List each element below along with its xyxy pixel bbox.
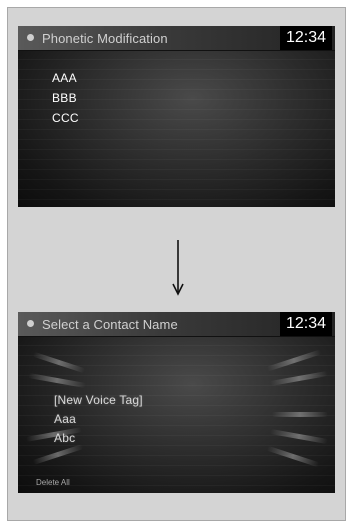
title-bullet-icon xyxy=(27,34,34,41)
list-item[interactable]: Aaa xyxy=(54,410,143,429)
list-item[interactable]: CCC xyxy=(52,108,79,128)
screen-title: Select a Contact Name xyxy=(42,317,178,332)
clock: 12:34 xyxy=(280,26,332,50)
decorative-streak xyxy=(272,412,328,417)
title-bar: Select a Contact Name 12:34 xyxy=(18,312,335,337)
contact-name-list: [New Voice Tag] Aaa Abc xyxy=(54,391,143,448)
clock: 12:34 xyxy=(280,312,332,336)
list-item-new-voice-tag[interactable]: [New Voice Tag] xyxy=(54,391,143,410)
delete-all-button[interactable]: Delete All xyxy=(36,478,70,487)
title-bullet-icon xyxy=(27,320,34,327)
phonetic-list: AAA BBB CCC xyxy=(52,68,79,128)
phonetic-modification-screen: Phonetic Modification 12:34 AAA BBB CCC xyxy=(18,26,335,207)
list-item[interactable]: AAA xyxy=(52,68,79,88)
title-bar: Phonetic Modification 12:34 xyxy=(18,26,335,51)
select-contact-name-screen: Select a Contact Name 12:34 [New Voice T… xyxy=(18,312,335,493)
down-arrow-icon xyxy=(172,240,184,296)
screen-title: Phonetic Modification xyxy=(42,31,168,46)
list-item[interactable]: BBB xyxy=(52,88,79,108)
list-item[interactable]: Abc xyxy=(54,429,143,448)
